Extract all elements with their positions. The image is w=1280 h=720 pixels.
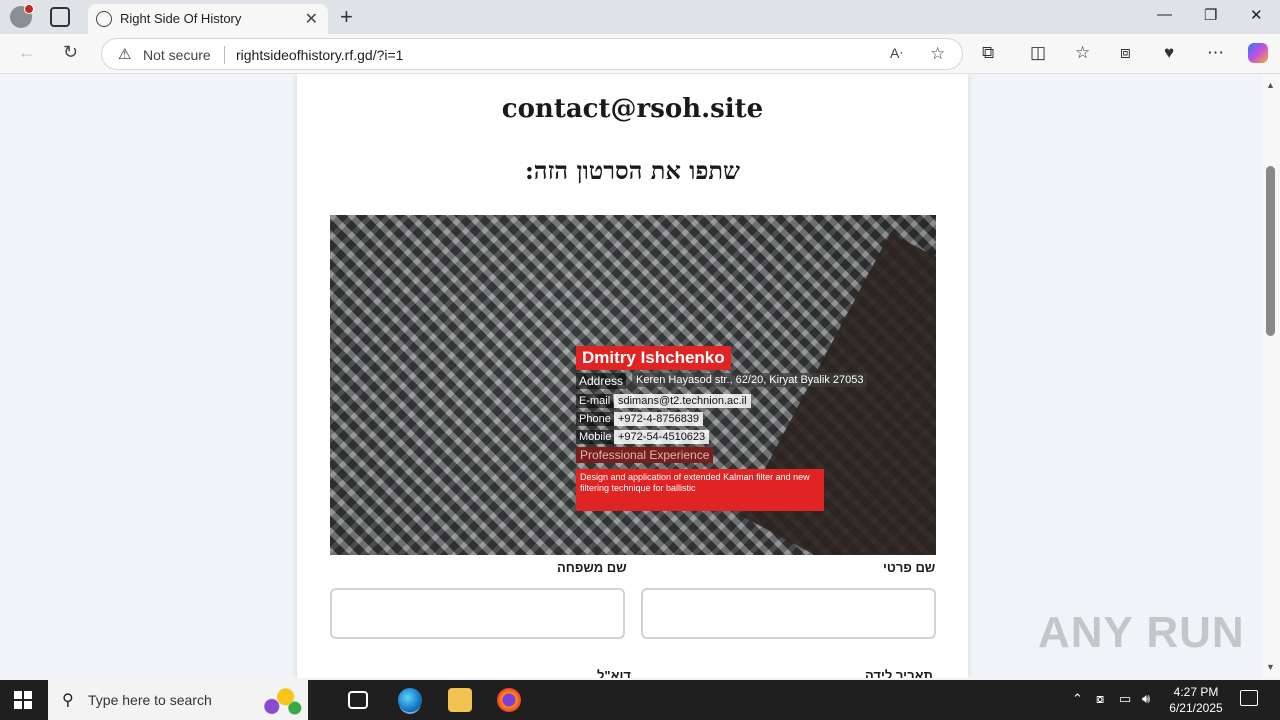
scrollbar-thumb[interactable] — [1266, 166, 1275, 336]
security-label[interactable]: Not secure — [143, 47, 211, 63]
anyrun-watermark: ANY RUN — [1038, 608, 1245, 657]
tray-chevron-icon[interactable]: ⌃ — [1072, 691, 1083, 707]
card-phone-value: +972-4-8756839 — [614, 412, 704, 426]
taskbar-search-placeholder[interactable]: Type here to search — [88, 692, 212, 708]
refresh-icon[interactable]: ↻ — [63, 42, 78, 63]
minimize-button[interactable]: — — [1157, 6, 1172, 23]
search-icon: ⚲ — [62, 692, 74, 709]
video-business-card: Dmitry Ishchenko Address Keren Hayasod s… — [576, 343, 896, 523]
favorites-icon[interactable]: ☆ — [1075, 43, 1090, 63]
profile-avatar-icon[interactable] — [10, 4, 34, 28]
contact-email[interactable]: contact@rsoh.site — [297, 94, 968, 124]
extensions-icon[interactable]: ⧉ — [982, 43, 994, 63]
search-highlight-image — [258, 684, 304, 716]
tray-device-icon[interactable]: ⧇ — [1096, 691, 1104, 707]
video-player[interactable]: Dmitry Ishchenko Address Keren Hayasod s… — [330, 215, 936, 555]
task-view-icon[interactable] — [348, 691, 368, 709]
scroll-up-icon[interactable]: ▲ — [1266, 80, 1275, 90]
tab-title: Right Side Of History — [120, 11, 242, 26]
card-email-value: sdimans@t2.technion.ac.il — [614, 394, 751, 408]
windows-taskbar: ⚲ Type here to search ⌃ ⧇ ▭ 🔊︎ 4:27 PM 6… — [0, 680, 1280, 720]
scroll-down-icon[interactable]: ▼ — [1266, 662, 1275, 672]
back-icon[interactable]: ← — [18, 42, 36, 63]
taskbar-search-box[interactable]: ⚲ Type here to search — [48, 680, 308, 720]
card-email-label: E-mail — [576, 394, 614, 408]
globe-icon — [96, 11, 112, 27]
browser-tab-active[interactable]: Right Side Of History ✕ — [88, 4, 328, 34]
next-field-label-left: דוא"ל — [597, 668, 631, 678]
next-field-label-right: תאריך לידה — [865, 668, 933, 678]
first-name-input[interactable] — [641, 588, 936, 639]
copilot-icon[interactable] — [1248, 43, 1268, 63]
close-window-button[interactable]: ✕ — [1250, 6, 1263, 24]
browser-toolbar: ← ↻ ⚠ Not secure rightsideofhistory.rf.g… — [0, 34, 1280, 74]
url-text[interactable]: rightsideofhistory.rf.gd/?i=1 — [236, 47, 403, 63]
card-experience-desc: Design and application of extended Kalma… — [576, 469, 824, 511]
page-content: contact@rsoh.site שתפו את הסרטון הזה: Dm… — [297, 74, 968, 678]
page-viewport: contact@rsoh.site שתפו את הסרטון הזה: Dm… — [0, 74, 1280, 678]
share-heading: שתפו את הסרטון הזה: — [524, 156, 741, 185]
network-icon[interactable]: ▭ — [1119, 691, 1131, 707]
card-experience-label: Professional Experience — [576, 447, 714, 463]
new-tab-button[interactable]: + — [340, 4, 353, 30]
edge-taskbar-icon[interactable] — [398, 688, 422, 712]
tab-actions-icon[interactable] — [50, 7, 70, 27]
warning-icon[interactable]: ⚠ — [118, 45, 131, 63]
notification-icon[interactable] — [1240, 690, 1258, 706]
favorite-star-icon[interactable]: ☆ — [930, 44, 945, 64]
windows-start-icon[interactable] — [14, 691, 32, 709]
split-screen-icon[interactable]: ◫ — [1030, 43, 1046, 63]
clock-time: 4:27 PM — [1173, 685, 1219, 699]
address-divider — [224, 46, 225, 64]
file-explorer-icon[interactable] — [448, 688, 472, 712]
more-menu-icon[interactable]: ⋯ — [1207, 43, 1224, 63]
card-address-label: Address — [576, 373, 627, 389]
card-mobile-value: +972-54-4510623 — [614, 430, 710, 444]
collections-icon[interactable]: ⧈ — [1120, 43, 1131, 63]
address-bar[interactable]: ⚠ Not secure rightsideofhistory.rf.gd/?i… — [101, 38, 963, 70]
clock-date: 6/21/2025 — [1169, 701, 1223, 715]
card-name: Dmitry Ishchenko — [576, 346, 731, 370]
read-aloud-icon[interactable]: Aᐧ — [890, 45, 903, 62]
browser-titlebar: Right Side Of History ✕ + — ❐ ✕ — [0, 0, 1280, 34]
card-address-value: Keren Hayasod str., 62/20, Kiryat Byalik… — [632, 373, 868, 387]
last-name-label: שם משפחה — [557, 560, 627, 575]
firefox-icon[interactable] — [497, 688, 521, 712]
restore-button[interactable]: ❐ — [1204, 6, 1217, 24]
taskbar-clock[interactable]: 4:27 PM 6/21/2025 — [1164, 684, 1228, 716]
volume-icon[interactable]: 🔊︎ — [1142, 691, 1150, 707]
page-scrollbar[interactable]: ▲ ▼ — [1262, 74, 1280, 678]
last-name-input[interactable] — [330, 588, 625, 639]
first-name-label: שם פרטי — [883, 560, 936, 575]
card-mobile-label: Mobile — [576, 430, 615, 444]
close-tab-icon[interactable]: ✕ — [305, 9, 318, 29]
performance-icon[interactable]: ♥ — [1164, 43, 1174, 63]
card-phone-label: Phone — [576, 412, 614, 426]
